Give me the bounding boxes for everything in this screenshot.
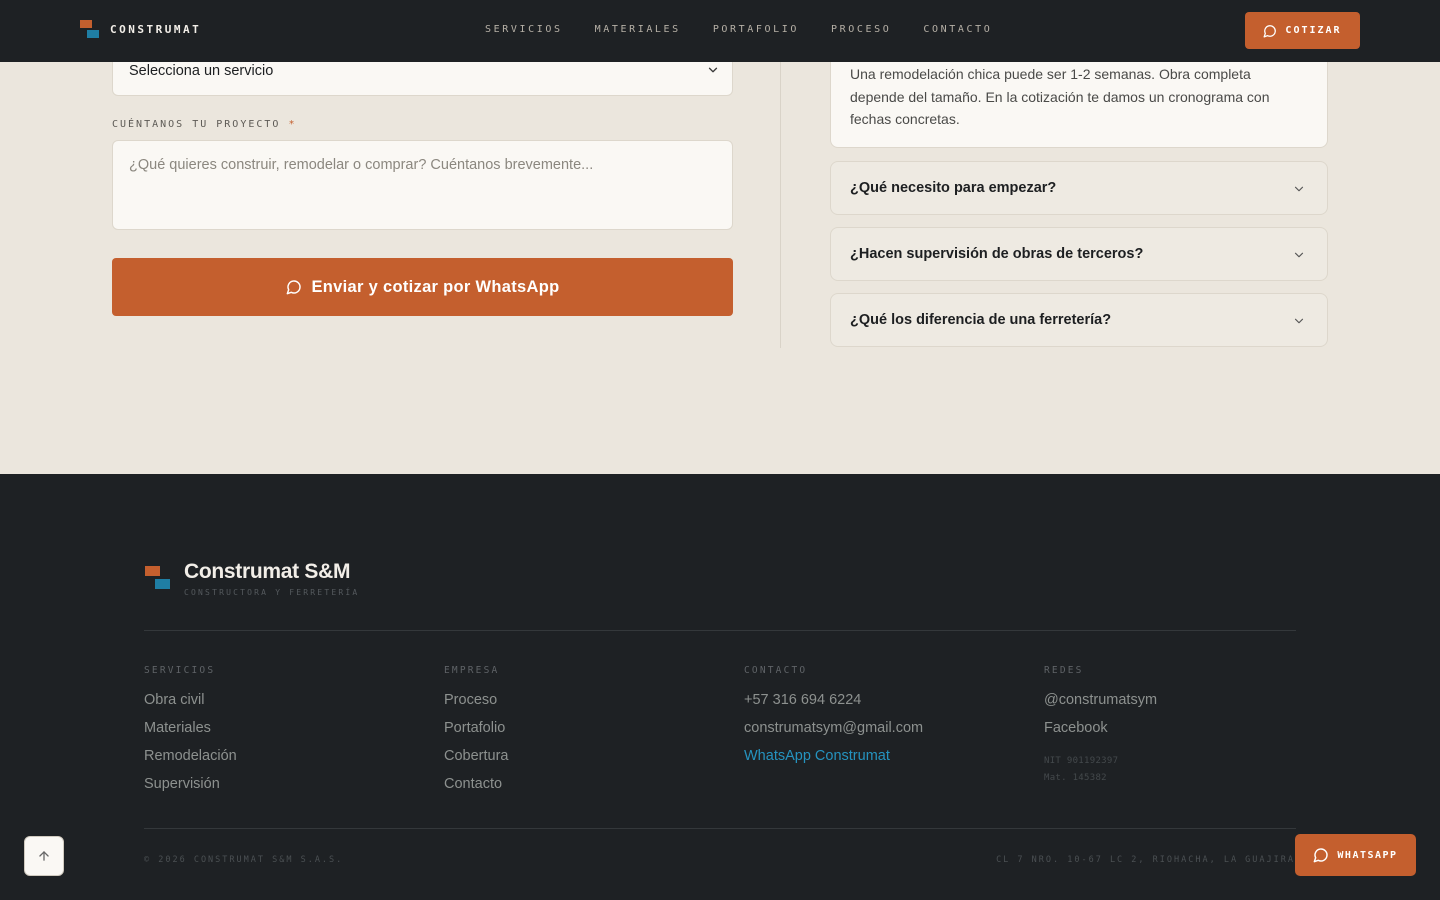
mat-text: Mat. 145382 (1044, 773, 1107, 783)
footer-link[interactable]: Portafolio (444, 719, 508, 747)
facebook-link[interactable]: Facebook (1044, 719, 1157, 747)
footer-col-redes: REDES @construmatsym Facebook NIT 901192… (1044, 665, 1157, 787)
nav-servicios[interactable]: SERVICIOS (485, 24, 563, 35)
project-label-text: CUÉNTANOS TU PROYECTO (112, 119, 281, 130)
chevron-down-icon (708, 67, 718, 73)
footer-col-title: EMPRESA (444, 665, 500, 676)
phone-link[interactable]: +57 316 694 6224 (744, 691, 923, 719)
scroll-to-top-button[interactable] (24, 836, 64, 876)
send-whatsapp-button[interactable]: Enviar y cotizar por WhatsApp (112, 258, 733, 316)
cotizar-button[interactable]: COTIZAR (1245, 12, 1360, 49)
brand-mark-icon (145, 566, 171, 590)
whatsapp-link[interactable]: WhatsApp Construmat (744, 747, 923, 775)
chat-bubble-icon (286, 280, 301, 295)
footer-col-title: REDES (1044, 665, 1084, 676)
faq-question: ¿Hacen supervisión de obras de terceros? (850, 246, 1144, 262)
service-select-value: Selecciona un servicio (129, 63, 274, 79)
address: CL 7 NRO. 10-67 LC 2, RIOHACHA, LA GUAJI… (996, 855, 1295, 865)
footer-link[interactable]: Remodelación (144, 747, 237, 775)
nav-proceso[interactable]: PROCESO (831, 24, 891, 35)
footer-link[interactable]: Contacto (444, 775, 508, 803)
faq-answer: Una remodelación chica puede ser 1-2 sem… (850, 66, 1270, 127)
footer-tagline: CONSTRUCTORA Y FERRETERÍA (184, 588, 360, 597)
email-link[interactable]: construmatsym@gmail.com (744, 719, 923, 747)
faq-item[interactable]: ¿Qué los diferencia de una ferretería? (830, 293, 1328, 347)
footer-link[interactable]: Materiales (144, 719, 237, 747)
footer-col-title: CONTACTO (744, 665, 808, 676)
footer-col-contacto: CONTACTO +57 316 694 6224 construmatsym@… (744, 665, 923, 775)
chevron-down-icon (1294, 318, 1304, 324)
footer-link[interactable]: Obra civil (144, 691, 237, 719)
faq-item[interactable]: ¿Hacen supervisión de obras de terceros? (830, 227, 1328, 281)
whatsapp-float-button[interactable]: WHATSAPP (1295, 834, 1416, 876)
chevron-down-icon (1294, 186, 1304, 192)
footer-brand-name: Construmat S&M (184, 560, 351, 583)
copyright: © 2026 CONSTRUMAT S&M S.A.S. (144, 855, 344, 865)
project-textarea[interactable] (112, 140, 733, 230)
instagram-link[interactable]: @construmatsym (1044, 691, 1157, 719)
footer-col-servicios: SERVICIOS Obra civil Materiales Remodela… (144, 665, 237, 803)
nav-materiales[interactable]: MATERIALES (595, 24, 681, 35)
faq-question: ¿Qué los diferencia de una ferretería? (850, 312, 1112, 328)
cotizar-label: COTIZAR (1285, 25, 1342, 36)
brand-name: CONSTRUMAT (110, 23, 202, 36)
whatsapp-float-label: WHATSAPP (1337, 849, 1398, 861)
footer-col-empresa: EMPRESA Proceso Portafolio Cobertura Con… (444, 665, 508, 803)
nav-portafolio[interactable]: PORTAFOLIO (713, 24, 799, 35)
footer-link[interactable]: Cobertura (444, 747, 508, 775)
main-nav: SERVICIOS MATERIALES PORTAFOLIO PROCESO … (485, 24, 992, 35)
footer-col-title: SERVICIOS (144, 665, 216, 676)
legal-ids: NIT 901192397 Mat. 145382 (1044, 753, 1157, 787)
required-mark: * (288, 119, 297, 130)
chat-bubble-icon (1314, 848, 1329, 863)
footer-divider (144, 630, 1296, 631)
faq-item[interactable]: ¿Qué necesito para empezar? (830, 161, 1328, 215)
brand-logo-link[interactable]: CONSTRUMAT (80, 20, 201, 39)
top-navbar: CONSTRUMAT SERVICIOS MATERIALES PORTAFOL… (0, 0, 1440, 62)
chevron-down-icon (1294, 252, 1304, 258)
project-field-label: CUÉNTANOS TU PROYECTO * (112, 119, 297, 130)
arrow-up-icon (39, 851, 49, 861)
brand-mark-icon (80, 20, 100, 39)
footer-link[interactable]: Proceso (444, 691, 508, 719)
nav-contacto[interactable]: CONTACTO (923, 24, 992, 35)
footer-divider (144, 828, 1296, 829)
footer-link[interactable]: Supervisión (144, 775, 237, 803)
nit-text: NIT 901192397 (1044, 756, 1119, 766)
site-footer: Construmat S&M CONSTRUCTORA Y FERRETERÍA… (0, 474, 1440, 900)
send-whatsapp-label: Enviar y cotizar por WhatsApp (311, 277, 560, 296)
faq-question: ¿Qué necesito para empezar? (850, 180, 1057, 196)
column-divider (780, 62, 781, 348)
chat-bubble-icon (1263, 24, 1277, 37)
